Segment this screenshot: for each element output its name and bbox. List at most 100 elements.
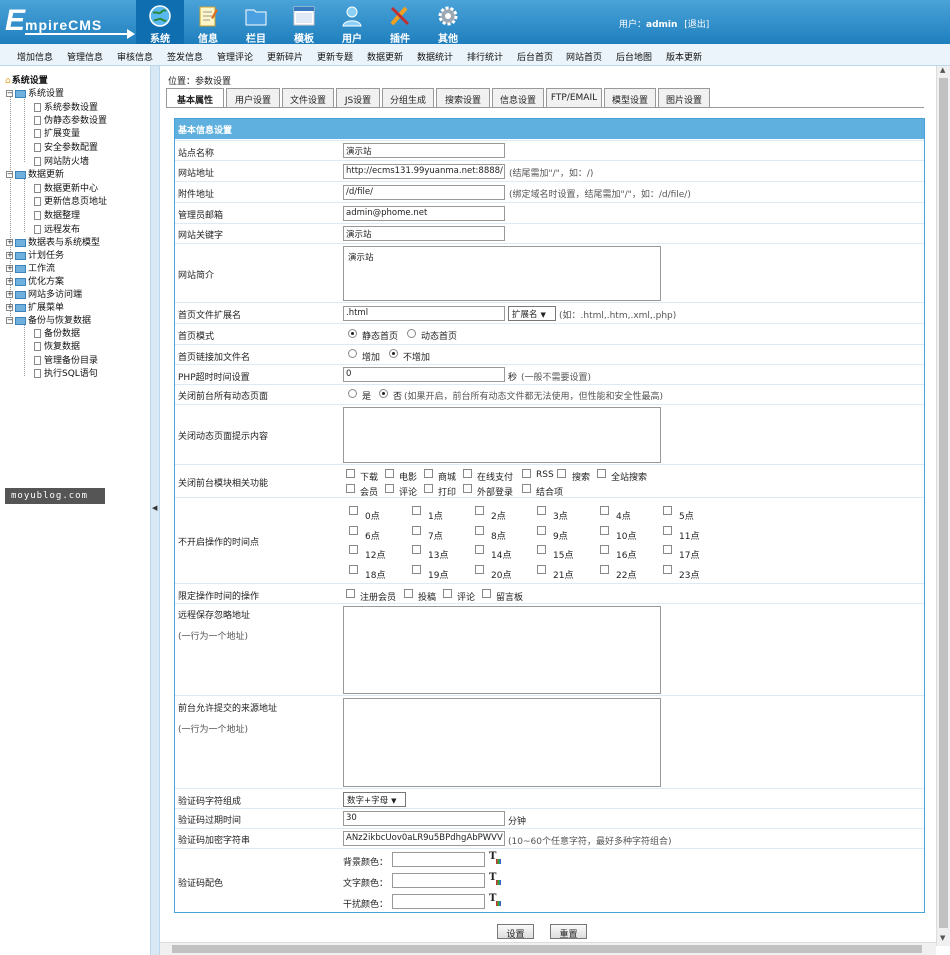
tab-basic[interactable]: 基本属性: [166, 88, 224, 108]
checkbox-hour[interactable]: [412, 506, 421, 515]
captcha-expire-input[interactable]: 30: [343, 811, 505, 826]
tab-group-gen[interactable]: 分组生成: [382, 88, 434, 107]
checkbox-site-search[interactable]: [597, 469, 606, 478]
checkbox-hour[interactable]: [663, 506, 672, 515]
tree-group-optimize[interactable]: + 优化方案: [6, 274, 64, 287]
ext-select[interactable]: 扩展名 ▼: [508, 306, 556, 321]
menu-sign-info[interactable]: 签发信息: [167, 50, 203, 63]
radio-close-no[interactable]: [379, 389, 388, 398]
tree-group-system[interactable]: − 系统设置: [6, 86, 64, 99]
php-timeout-input[interactable]: 0: [343, 367, 505, 382]
remote-ignore-textarea[interactable]: [343, 606, 661, 694]
sidebar-item-data-center[interactable]: 数据更新中心: [34, 181, 98, 194]
tree-group-ext-menu[interactable]: + 扩展菜单: [6, 300, 64, 313]
tree-group-tables[interactable]: + 数据表与系统模型: [6, 235, 100, 248]
menu-update-topics[interactable]: 更新专题: [317, 50, 353, 63]
collapse-icon[interactable]: −: [6, 90, 13, 97]
menu-review-info[interactable]: 审核信息: [117, 50, 153, 63]
checkbox-hour[interactable]: [663, 565, 672, 574]
tree-group-cron[interactable]: + 计划任务: [6, 248, 64, 261]
hscroll-thumb[interactable]: [172, 945, 922, 953]
tab-info[interactable]: 信息设置: [492, 88, 544, 107]
checkbox-hour[interactable]: [537, 526, 546, 535]
tree-group-backup[interactable]: − 备份与恢复数据: [6, 313, 91, 326]
sidebar-item-backup[interactable]: 备份数据: [34, 326, 80, 339]
menu-update-fragments[interactable]: 更新碎片: [267, 50, 303, 63]
file-url-input[interactable]: /d/file/: [343, 185, 505, 200]
menu-add-info[interactable]: 增加信息: [17, 50, 53, 63]
sidebar-item-extend-vars[interactable]: 扩展变量: [34, 126, 80, 139]
radio-close-yes[interactable]: [348, 389, 357, 398]
topnav-system[interactable]: 系统: [136, 0, 184, 45]
menu-manage-comments[interactable]: 管理评论: [217, 50, 253, 63]
checkbox-hour[interactable]: [349, 545, 358, 554]
sidebar-item-update-urls[interactable]: 更新信息页地址: [34, 194, 107, 207]
checkbox-register[interactable]: [346, 589, 355, 598]
sidebar-item-security[interactable]: 安全参数配置: [34, 140, 98, 153]
index-ext-input[interactable]: .html: [343, 306, 505, 321]
tree-group-multi-access[interactable]: + 网站多访问端: [6, 287, 82, 300]
checkbox-hour[interactable]: [349, 526, 358, 535]
sidebar-item-system-params[interactable]: 系统参数设置: [34, 100, 98, 113]
expand-icon[interactable]: +: [6, 278, 13, 285]
submit-button[interactable]: 设置: [497, 924, 534, 940]
topnav-plugin[interactable]: 插件: [376, 0, 424, 45]
checkbox-hour[interactable]: [537, 506, 546, 515]
sidebar-item-backup-dir[interactable]: 管理备份目录: [34, 353, 98, 366]
text-color-input[interactable]: [392, 873, 485, 888]
collapse-arrow-icon[interactable]: ◀: [152, 504, 157, 512]
scroll-thumb[interactable]: [939, 78, 948, 928]
collapse-icon[interactable]: −: [6, 171, 13, 178]
radio-add-filename[interactable]: [348, 349, 357, 358]
captcha-chars-select[interactable]: 数字+字母 ▼: [343, 792, 406, 807]
checkbox-hour[interactable]: [412, 565, 421, 574]
expand-icon[interactable]: +: [6, 252, 13, 259]
checkbox-hour[interactable]: [600, 545, 609, 554]
checkbox-shop[interactable]: [424, 469, 433, 478]
checkbox-hour[interactable]: [412, 545, 421, 554]
tab-model[interactable]: 模型设置: [604, 88, 656, 107]
keywords-input[interactable]: 演示站: [343, 226, 505, 241]
checkbox-member[interactable]: [346, 484, 355, 493]
expand-icon[interactable]: +: [6, 304, 13, 311]
menu-data-stats[interactable]: 数据统计: [417, 50, 453, 63]
menu-data-update[interactable]: 数据更新: [367, 50, 403, 63]
sidebar-item-sql[interactable]: 执行SQL语句: [34, 366, 98, 379]
allow-source-textarea[interactable]: [343, 698, 661, 787]
checkbox-download[interactable]: [346, 469, 355, 478]
checkbox-hour[interactable]: [537, 565, 546, 574]
checkbox-movie[interactable]: [385, 469, 394, 478]
checkbox-rss[interactable]: [522, 469, 531, 478]
checkbox-hour[interactable]: [475, 526, 484, 535]
checkbox-external-login[interactable]: [463, 484, 472, 493]
empirecms-logo[interactable]: E mpireCMS: [5, 4, 135, 40]
checkbox-hour[interactable]: [663, 545, 672, 554]
scroll-up-icon[interactable]: ▲: [940, 66, 945, 74]
checkbox-hour[interactable]: [600, 506, 609, 515]
checkbox-hour[interactable]: [412, 526, 421, 535]
topnav-other[interactable]: 其他: [424, 0, 472, 45]
topnav-template[interactable]: 模板: [280, 0, 328, 45]
checkbox-combine[interactable]: [522, 484, 531, 493]
tab-ftp-email[interactable]: FTP/EMAIL: [546, 88, 602, 107]
topnav-info[interactable]: 信息: [184, 0, 232, 45]
checkbox-payment[interactable]: [463, 469, 472, 478]
color-picker-icon[interactable]: T: [489, 893, 501, 906]
checkbox-hour[interactable]: [349, 565, 358, 574]
collapse-icon[interactable]: −: [6, 317, 13, 324]
scroll-down-icon[interactable]: ▼: [940, 934, 945, 942]
topnav-user[interactable]: 用户: [328, 0, 376, 45]
tree-group-data-update[interactable]: − 数据更新: [6, 167, 64, 180]
site-name-input[interactable]: 演示站: [343, 143, 505, 158]
expand-icon[interactable]: +: [6, 265, 13, 272]
color-picker-icon[interactable]: T: [489, 872, 501, 885]
captcha-key-input[interactable]: ANz2ikbcUov0aLR9u5BPdhgAbPWVV: [343, 831, 505, 846]
sidebar-item-restore[interactable]: 恢复数据: [34, 339, 80, 352]
site-url-input[interactable]: http://ecms131.99yuanma.net:8888/: [343, 164, 505, 179]
sidebar-item-firewall[interactable]: 网站防火墙: [34, 154, 89, 167]
tab-file[interactable]: 文件设置: [282, 88, 334, 107]
checkbox-hour[interactable]: [537, 545, 546, 554]
sidebar-splitter[interactable]: ◀: [150, 66, 160, 955]
menu-site-home[interactable]: 网站首页: [566, 50, 602, 63]
checkbox-hour[interactable]: [475, 545, 484, 554]
